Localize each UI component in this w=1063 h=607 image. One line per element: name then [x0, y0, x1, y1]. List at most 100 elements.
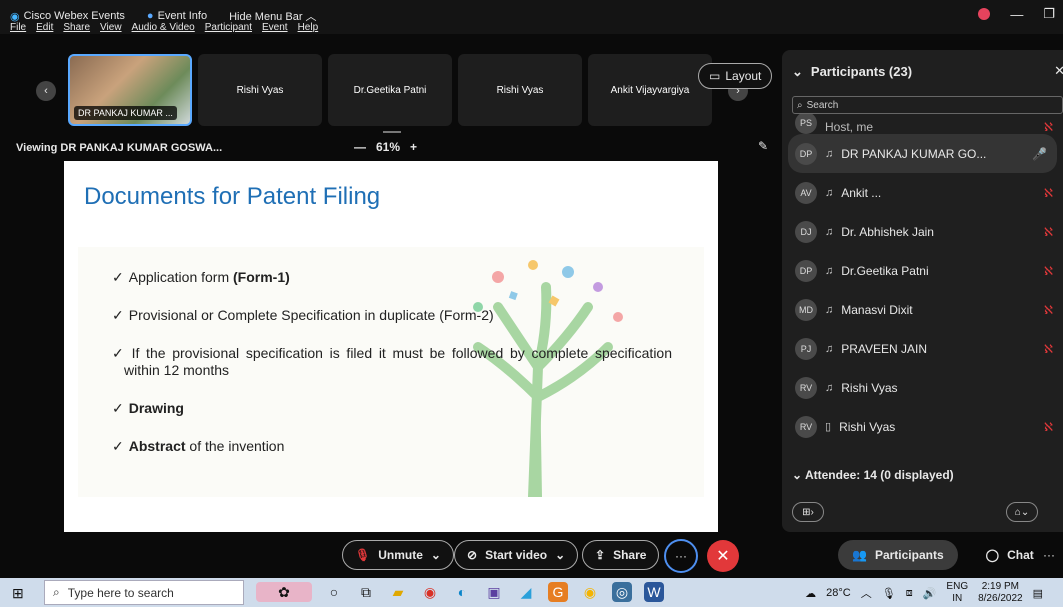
add-attendee-button[interactable]: ⊞›: [792, 502, 824, 522]
language-indicator[interactable]: ENG IN: [946, 581, 968, 605]
collapse-chevron-icon[interactable]: ⌄: [792, 64, 803, 80]
participant-search-input[interactable]: ⌕ Search: [792, 96, 1063, 114]
participants-panel: ⌄ Participants (23) ✕ ⌕ Search PS Host, me…: [782, 50, 1063, 532]
headset-icon: ♫: [825, 225, 834, 238]
annotate-icon[interactable]: ✎: [758, 139, 768, 153]
more-tabs-icon[interactable]: ···: [1043, 548, 1055, 562]
clock[interactable]: 2:19 PM 8/26/2022: [978, 581, 1023, 605]
chrome-icon[interactable]: ◉: [420, 582, 440, 602]
video-name-tag: DR PANKAJ KUMAR ...: [74, 106, 177, 120]
start-video-button[interactable]: ⊘ Start video ⌄: [454, 540, 579, 570]
edge-icon[interactable]: ◐: [452, 582, 472, 602]
participant-name: Dr.Geetika Patni: [841, 263, 929, 278]
mic-muted-icon[interactable]: ℵ: [1044, 186, 1053, 200]
mic-on-icon[interactable]: 🎤: [1032, 147, 1047, 161]
participant-row[interactable]: RV ♫ Rishi Vyas: [782, 368, 1063, 407]
weather-icon[interactable]: ☁: [805, 587, 816, 600]
thumbnail-tile[interactable]: Rishi Vyas: [198, 54, 322, 126]
info-shield-icon: ●: [146, 10, 154, 22]
mic-muted-icon: ℵ: [1044, 120, 1053, 134]
notifications-icon[interactable]: ▤: [1033, 587, 1043, 600]
participant-row[interactable]: PJ ♫ PRAVEEN JAIN ℵ: [782, 329, 1063, 368]
mic-muted-icon[interactable]: ℵ: [1044, 225, 1053, 239]
more-options-button[interactable]: ···: [664, 539, 698, 573]
minimize-icon[interactable]: —: [1010, 7, 1023, 22]
chevron-down-icon: ⌄: [555, 548, 566, 562]
volume-icon[interactable]: 🔊: [923, 587, 937, 600]
resize-handle[interactable]: [383, 131, 401, 133]
task-view-icon[interactable]: ⧉: [356, 582, 376, 602]
participant-row[interactable]: DP ♫ Dr.Geetika Patni ℵ: [782, 251, 1063, 290]
participant-row[interactable]: DP ♫ DR PANKAJ KUMAR GO... 🎤: [788, 134, 1057, 173]
chrome-icon[interactable]: ◉: [580, 582, 600, 602]
event-info-menu[interactable]: ● Event Info: [147, 10, 207, 22]
share-button[interactable]: ⇪ Share: [582, 540, 660, 570]
taskbar-search-input[interactable]: ⌕ Type here to search: [44, 580, 244, 605]
word-icon[interactable]: W: [644, 582, 664, 602]
tray-expand-icon[interactable]: ︿: [861, 585, 872, 601]
thumbnail-tile[interactable]: Ankit Vijayvargiya: [588, 54, 712, 126]
search-icon: ⌕: [797, 99, 803, 111]
thumbnails-prev-icon[interactable]: ‹: [36, 81, 56, 101]
menu-item-event[interactable]: Event: [262, 22, 288, 33]
video-thumbnail[interactable]: DR PANKAJ KUMAR ...: [68, 54, 192, 126]
bullet-item: ✓ Provisional or Complete Specification i…: [112, 307, 494, 323]
bullet-item: ✓ Abstract of the invention: [112, 438, 285, 454]
zoom-out-button[interactable]: —: [354, 140, 366, 154]
participant-row[interactable]: DJ ♫ Dr. Abhishek Jain ℵ: [782, 212, 1063, 251]
record-icon[interactable]: [978, 8, 991, 20]
participant-row[interactable]: MD ♫ Manasvi Dixit ℵ: [782, 290, 1063, 329]
menu-item-help[interactable]: Help: [298, 22, 319, 33]
attendee-section[interactable]: ⌄ Attendee: 14 (0 displayed): [792, 468, 954, 482]
headset-icon: ♫: [825, 381, 834, 394]
layout-button[interactable]: ▭ Layout: [698, 63, 773, 89]
mic-muted-icon[interactable]: ℵ: [1044, 264, 1053, 278]
mic-muted-icon[interactable]: ℵ: [1044, 342, 1053, 356]
windows-start-icon[interactable]: ⊞: [12, 585, 24, 602]
title-bar: ◉ Cisco Webex Events ● Event Info Hide Men…: [0, 0, 1063, 34]
office-icon[interactable]: G: [548, 582, 568, 602]
participant-name: Ankit ...: [841, 185, 882, 200]
weather-temp[interactable]: 28°C: [826, 587, 851, 599]
headset-icon: ♫: [825, 342, 834, 355]
restore-icon[interactable]: ❐: [1043, 6, 1055, 22]
headset-icon: ♫: [825, 147, 834, 160]
participant-name: Rishi Vyas: [839, 419, 896, 434]
raise-hand-button[interactable]: ⌂⌄: [1006, 502, 1038, 522]
thumbnail-tile[interactable]: Rishi Vyas: [458, 54, 582, 126]
mic-muted-icon[interactable]: ℵ: [1044, 303, 1053, 317]
panel-title: Participants (23): [810, 64, 913, 79]
participant-name: Manasvi Dixit: [841, 302, 913, 317]
tab-chat[interactable]: ◯ Chat: [972, 540, 1048, 570]
close-panel-icon[interactable]: ✕: [1054, 63, 1063, 79]
cortana-icon[interactable]: ○: [324, 582, 344, 602]
menu-item-audio-video[interactable]: Audio & Video: [132, 22, 195, 33]
chat-icon: ◯: [985, 548, 1000, 562]
menu-item-view[interactable]: View: [100, 22, 122, 33]
teams-icon[interactable]: ▣: [484, 582, 504, 602]
menu-item-edit[interactable]: Edit: [36, 22, 53, 33]
thumbnail-tile[interactable]: Dr.Geetika Patni: [328, 54, 452, 126]
network-icon[interactable]: ⧈: [906, 587, 913, 600]
mic-tray-icon[interactable]: 🎙: [882, 587, 896, 600]
leave-button[interactable]: ✕: [707, 540, 739, 572]
participant-row[interactable]: AV ♫ Ankit ... ℵ: [782, 173, 1063, 212]
menu-item-share[interactable]: Share: [63, 22, 90, 33]
unmute-button[interactable]: 🎙 Unmute ⌄: [342, 540, 454, 570]
chevron-down-icon: ⌄: [430, 548, 441, 562]
file-explorer-icon[interactable]: ▰: [388, 582, 408, 602]
tab-participants[interactable]: 👥 Participants: [838, 540, 958, 570]
headset-icon: ♫: [825, 264, 834, 277]
meeting-stage: ‹ DR PANKAJ KUMAR ... Rishi Vyas Dr.Geet…: [0, 34, 780, 532]
participant-name: PRAVEEN JAIN: [841, 341, 928, 356]
participants-icon: 👥: [852, 548, 867, 562]
menu-item-participant[interactable]: Participant: [205, 22, 252, 33]
telegram-icon[interactable]: ◢: [516, 582, 536, 602]
host-row[interactable]: PS Host, me ℵ: [782, 114, 1063, 134]
widgets-icon[interactable]: ✿: [256, 582, 312, 602]
mic-muted-icon[interactable]: ℵ: [1044, 420, 1053, 434]
menu-item-file[interactable]: File: [10, 22, 26, 33]
participant-row[interactable]: RV ▯ Rishi Vyas ℵ: [782, 407, 1063, 446]
zoom-in-button[interactable]: +: [410, 140, 417, 154]
webex-taskbar-icon[interactable]: ◎: [612, 582, 632, 602]
